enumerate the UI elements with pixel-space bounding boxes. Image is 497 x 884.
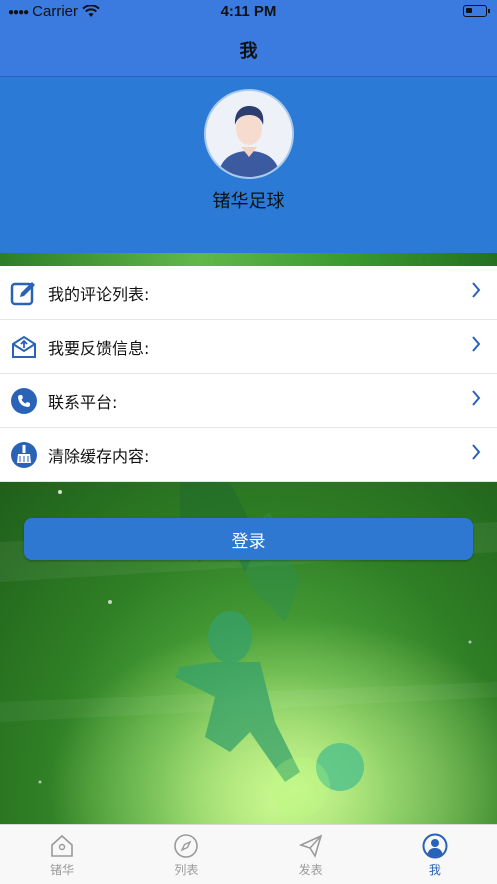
menu-item-label: 联系平台: bbox=[48, 392, 118, 412]
tab-me[interactable]: 我 bbox=[373, 825, 497, 884]
tab-home[interactable]: 锗华 bbox=[0, 825, 124, 884]
profile-header: 锗华足球 bbox=[0, 77, 497, 253]
menu-item-comments[interactable]: 我的评论列表: bbox=[0, 266, 497, 320]
battery-icon bbox=[463, 5, 490, 17]
page-title: 我 bbox=[239, 41, 258, 62]
settings-menu: 我的评论列表: 我要反馈信息: 联系平台: 清除缓存内容: bbox=[0, 266, 497, 482]
feedback-envelope-icon bbox=[10, 333, 38, 361]
chevron-right-icon bbox=[472, 390, 481, 406]
tab-bar: 锗华 列表 发表 我 bbox=[0, 824, 497, 884]
menu-item-contact[interactable]: 联系平台: bbox=[0, 374, 497, 428]
tab-label: 我 bbox=[428, 863, 441, 877]
navigation-bar: 我 bbox=[0, 24, 497, 77]
status-bar: ●●●● Carrier 4:11 PM bbox=[0, 0, 497, 24]
person-avatar-icon[interactable] bbox=[206, 91, 292, 177]
edit-icon bbox=[10, 279, 38, 307]
login-button[interactable]: 登录 bbox=[24, 518, 473, 560]
compass-icon bbox=[174, 834, 199, 858]
menu-item-label: 清除缓存内容: bbox=[48, 446, 150, 466]
tab-label: 锗华 bbox=[50, 863, 75, 877]
tab-label: 发表 bbox=[298, 863, 323, 877]
chevron-right-icon bbox=[472, 444, 481, 460]
tab-list[interactable]: 列表 bbox=[124, 825, 248, 884]
user-icon bbox=[422, 833, 448, 859]
status-time: 4:11 PM bbox=[220, 3, 277, 20]
menu-item-label: 我的评论列表: bbox=[48, 284, 150, 304]
chevron-right-icon bbox=[472, 336, 481, 352]
broom-icon bbox=[10, 441, 38, 469]
tab-label: 列表 bbox=[174, 863, 199, 877]
phone-icon bbox=[10, 387, 38, 415]
home-icon bbox=[51, 834, 73, 857]
menu-item-feedback[interactable]: 我要反馈信息: bbox=[0, 320, 497, 374]
background-strip bbox=[0, 253, 497, 266]
tab-post[interactable]: 发表 bbox=[249, 825, 373, 884]
chevron-right-icon bbox=[472, 282, 481, 298]
send-icon bbox=[298, 834, 322, 858]
username: 锗华足球 bbox=[212, 191, 285, 212]
menu-item-clear-cache[interactable]: 清除缓存内容: bbox=[0, 428, 497, 482]
menu-item-label: 我要反馈信息: bbox=[48, 338, 150, 358]
